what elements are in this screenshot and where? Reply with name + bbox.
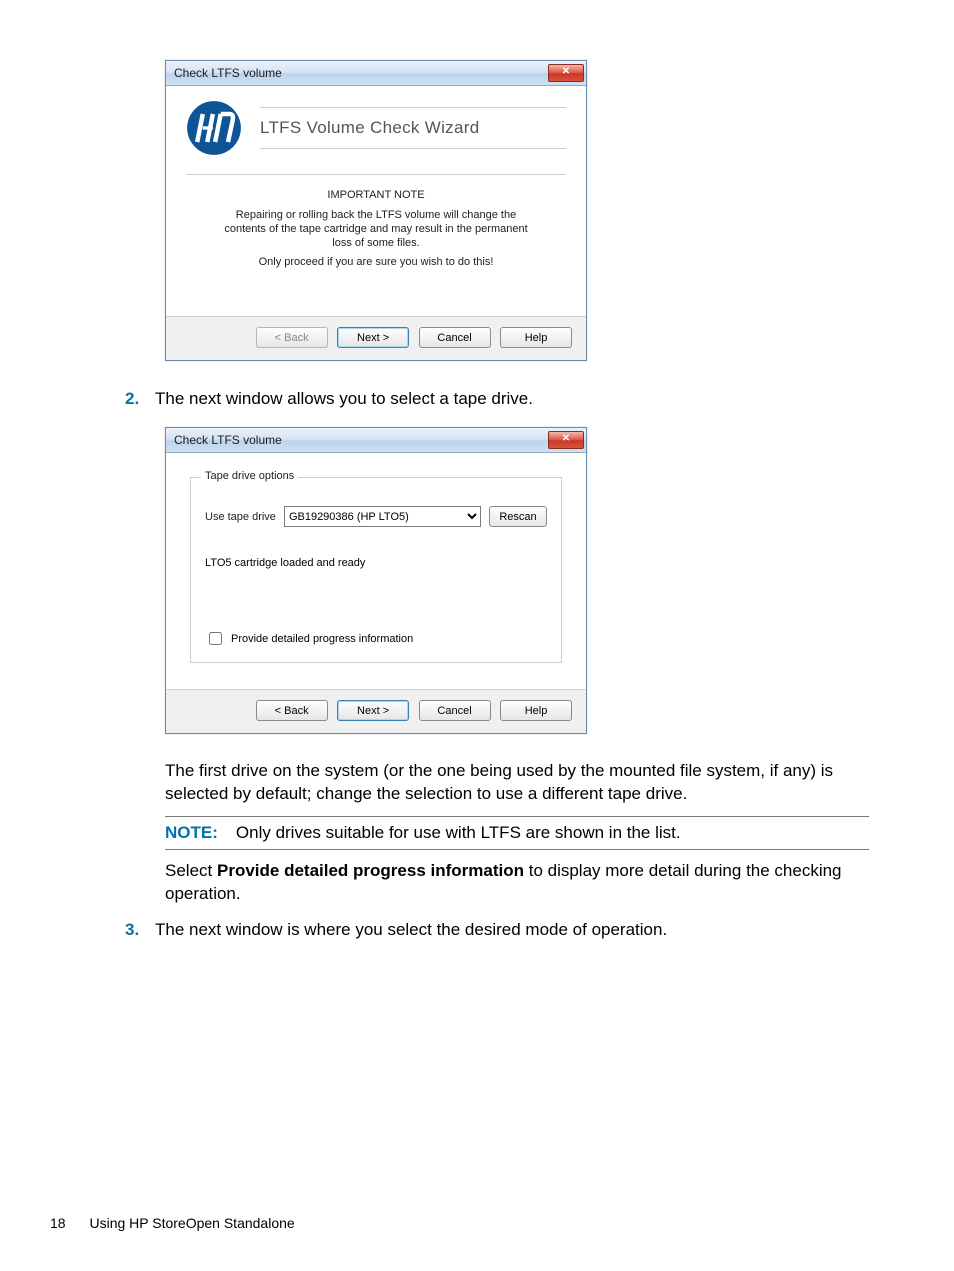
detailed-progress-row[interactable]: Provide detailed progress information: [205, 629, 547, 648]
dialog-button-row: < Back Next > Cancel Help: [166, 689, 586, 733]
footer-section: Using HP StoreOpen Standalone: [89, 1215, 294, 1231]
help-button[interactable]: Help: [500, 700, 572, 721]
detailed-progress-label: Provide detailed progress information: [231, 633, 413, 645]
tape-drive-select[interactable]: GB19290386 (HP LTO5): [284, 506, 481, 527]
dialog-tape-drive-options: Check LTFS volume ✕ Tape drive options U…: [165, 427, 587, 734]
page-number: 18: [50, 1215, 66, 1231]
next-button[interactable]: Next >: [337, 327, 409, 348]
detailed-progress-checkbox[interactable]: [209, 632, 222, 645]
note-text: Only drives suitable for use with LTFS a…: [236, 823, 681, 842]
step-number: 3.: [125, 920, 155, 940]
help-button[interactable]: Help: [500, 327, 572, 348]
group-legend: Tape drive options: [201, 470, 298, 482]
rescan-button[interactable]: Rescan: [489, 506, 547, 527]
close-icon[interactable]: ✕: [548, 431, 584, 449]
cancel-button[interactable]: Cancel: [419, 327, 491, 348]
step-text: The next window allows you to select a t…: [155, 389, 533, 409]
cancel-button[interactable]: Cancel: [419, 700, 491, 721]
next-button[interactable]: Next >: [337, 700, 409, 721]
titlebar[interactable]: Check LTFS volume ✕: [166, 428, 586, 453]
step-2: 2. The next window allows you to select …: [125, 389, 869, 409]
page-footer: 18 Using HP StoreOpen Standalone: [50, 1215, 295, 1231]
titlebar[interactable]: Check LTFS volume ✕: [166, 61, 586, 86]
step-number: 2.: [125, 389, 155, 409]
back-button[interactable]: < Back: [256, 700, 328, 721]
window-title: Check LTFS volume: [174, 433, 282, 447]
window-title: Check LTFS volume: [174, 66, 282, 80]
paragraph-default-drive: The first drive on the system (or the on…: [165, 760, 869, 806]
step-3: 3. The next window is where you select t…: [125, 920, 869, 940]
note-callout: NOTE: Only drives suitable for use with L…: [165, 816, 869, 850]
step-text: The next window is where you select the …: [155, 920, 667, 940]
back-button: < Back: [256, 327, 328, 348]
hp-logo-icon: [186, 100, 242, 156]
dialog-button-row: < Back Next > Cancel Help: [166, 316, 586, 360]
close-icon[interactable]: ✕: [548, 64, 584, 82]
drive-status-text: LTO5 cartridge loaded and ready: [205, 557, 547, 569]
tape-drive-options-group: Tape drive options Use tape drive GB1929…: [190, 477, 562, 663]
important-note-heading: IMPORTANT NOTE: [216, 189, 536, 201]
paragraph-select-detailed: Select Provide detailed progress informa…: [165, 860, 869, 906]
important-note-text-1: Repairing or rolling back the LTFS volum…: [216, 209, 536, 250]
note-label: NOTE:: [165, 823, 218, 842]
dialog-check-volume-intro: Check LTFS volume ✕ LTFS Volume Check Wi…: [165, 60, 587, 361]
important-note-text-2: Only proceed if you are sure you wish to…: [216, 256, 536, 270]
use-tape-drive-label: Use tape drive: [205, 511, 276, 523]
wizard-title: LTFS Volume Check Wizard: [260, 118, 566, 138]
